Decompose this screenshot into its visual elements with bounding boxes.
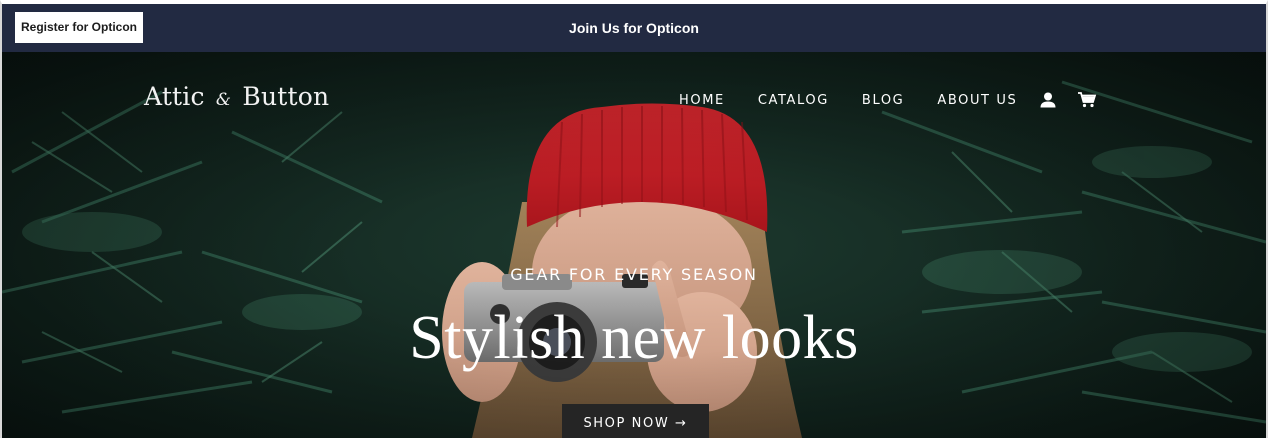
logo-text-second: Button bbox=[242, 82, 330, 111]
account-icon[interactable] bbox=[1039, 91, 1057, 109]
announcement-text[interactable]: Join Us for Opticon bbox=[569, 20, 699, 36]
nav-link-blog[interactable]: BLOG bbox=[862, 93, 904, 108]
announcement-bar: Register for Opticon Join Us for Opticon bbox=[2, 4, 1266, 53]
browser-viewport: Register for Opticon Join Us for Opticon bbox=[0, 0, 1268, 438]
main-navigation: HOME CATALOG BLOG ABOUT US bbox=[679, 91, 1115, 109]
hero-subheading: GEAR FOR EVERY SEASON bbox=[510, 265, 758, 284]
nav-link-catalog[interactable]: CATALOG bbox=[758, 93, 829, 108]
cart-icon[interactable] bbox=[1077, 91, 1097, 109]
shop-now-button[interactable]: SHOP NOW → bbox=[562, 404, 709, 438]
hero-headline: Stylish new looks bbox=[409, 304, 859, 372]
register-button[interactable]: Register for Opticon bbox=[15, 12, 144, 43]
announcement-text-wrapper: Join Us for Opticon bbox=[2, 4, 1266, 52]
hero-section: Attic & Button HOME CATALOG BLOG ABOUT U… bbox=[2, 52, 1266, 438]
logo-text-first: Attic bbox=[144, 82, 205, 111]
logo-ampersand: & bbox=[215, 90, 232, 110]
nav-link-home[interactable]: HOME bbox=[679, 93, 725, 108]
nav-link-about-us[interactable]: ABOUT US bbox=[937, 93, 1017, 108]
site-logo[interactable]: Attic & Button bbox=[144, 82, 329, 111]
